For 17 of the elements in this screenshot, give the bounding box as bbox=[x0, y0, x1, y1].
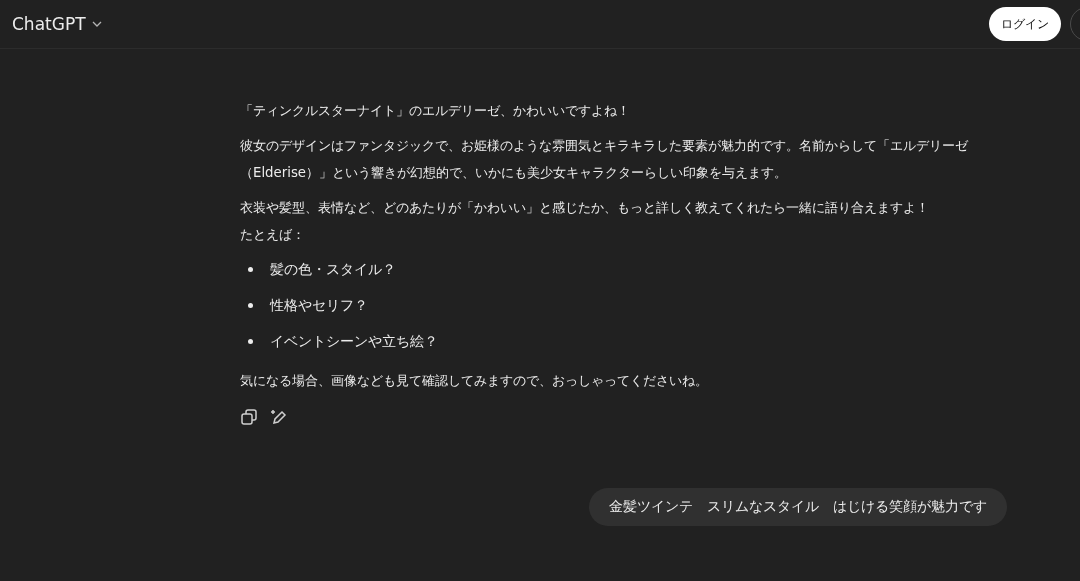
bullet-icon bbox=[248, 339, 253, 344]
message-text: 気になる場合、画像なども見て確認してみますので、おっしゃってくださいね。 bbox=[240, 372, 709, 390]
list-item: 性格やセリフ？ bbox=[270, 296, 368, 315]
user-message: 金髪ツインテ スリムなスタイル はじける笑顔が魅力です bbox=[589, 488, 1007, 526]
edit-icon[interactable] bbox=[270, 408, 288, 426]
copy-icon[interactable] bbox=[240, 408, 258, 426]
message-text: 彼女のデザインはファンタジックで、お姫様のような雰囲気とキラキラした要素が魅力的です。名前からして「エルデリーゼ（Elderise）」という響きが幻想的で、いかにも美少女キャラクターらしい印象を与えます。 bbox=[240, 137, 969, 182]
message-text: 衣装や髪型、表情など、どのあたりが「かわいい」と感じたか、もっと詳しく教えてくれたら一緒に語り合えますよ！ bbox=[240, 199, 930, 217]
bullet-icon bbox=[248, 303, 253, 308]
bullet-icon bbox=[248, 267, 253, 272]
login-button[interactable]: ログイン bbox=[989, 7, 1061, 41]
model-selector[interactable]: ChatGPT bbox=[12, 14, 102, 34]
list-item: イベントシーンや立ち絵？ bbox=[270, 332, 438, 351]
message-text: たとえば： bbox=[240, 226, 306, 244]
message-text: 「ティンクルスターナイト」のエルデリーゼ、かわいいですよね！ bbox=[240, 102, 631, 120]
chevron-down-icon bbox=[91, 21, 102, 27]
list-item: 髪の色・スタイル？ bbox=[270, 260, 396, 279]
